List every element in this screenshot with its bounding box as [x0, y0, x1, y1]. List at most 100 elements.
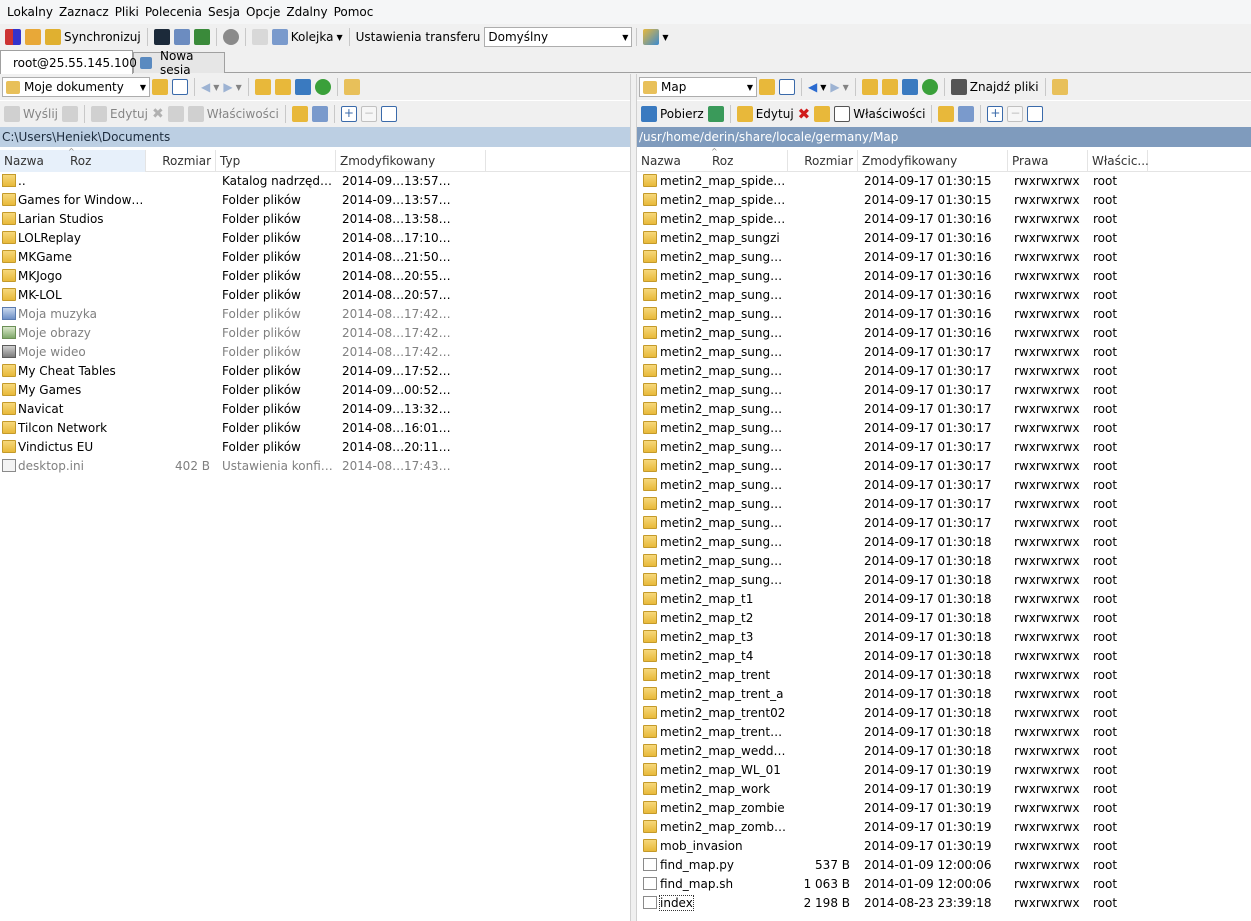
local-tree-button[interactable] [342, 76, 362, 98]
local-filter-button[interactable] [170, 76, 190, 98]
local-select-button[interactable]: + [339, 103, 359, 125]
menu-item-lokalny[interactable]: Lokalny [4, 5, 56, 19]
table-row[interactable]: MKJogo Folder plików 2014-08-0420:55:18 [0, 267, 630, 286]
table-row[interactable]: metin2_map_t1 2014-09-17 01:30:18 rwxrwxrw… [637, 590, 1251, 609]
remote-filter-button[interactable] [777, 76, 797, 98]
local-new-folder-button[interactable] [290, 103, 310, 125]
putty-button[interactable] [172, 26, 192, 48]
local-edit-button[interactable]: Edytuj [89, 103, 150, 125]
remote-new-folder-button[interactable] [936, 103, 956, 125]
local-properties-button[interactable]: Właściwości [186, 103, 281, 125]
table-row[interactable]: metin2_map_spiderd... 2014-09-17 01:30:15… [637, 191, 1251, 210]
terminal-button[interactable] [152, 26, 172, 48]
remote-home-button[interactable] [900, 76, 920, 98]
remote-download-button[interactable]: Pobierz [639, 103, 706, 125]
table-row[interactable]: metin2_map_sungzi_s... 2014-09-17 01:30:1… [637, 514, 1251, 533]
table-row[interactable]: Navicat Folder plików 2014-09-1113:32:36 [0, 400, 630, 419]
table-row[interactable]: Larian Studios Folder plików 2014-08-20 13:… [0, 210, 630, 229]
table-row[interactable]: .. Katalog nadrzędny 2014-09-1513:57:03 [0, 172, 630, 191]
table-row[interactable]: metin2_map_t4 2014-09-17 01:30:18 rwxrwxrw… [637, 647, 1251, 666]
table-row[interactable]: metin2_map_spiderd... 2014-09-17 01:30:15… [637, 172, 1251, 191]
preferences-button[interactable] [221, 26, 241, 48]
table-row[interactable]: Games for Windows -... Folder plików 2014-… [0, 191, 630, 210]
remote-unselect-button[interactable]: − [1005, 103, 1025, 125]
table-row[interactable]: metin2_map_sungzi_... 2014-09-17 01:30:16… [637, 305, 1251, 324]
table-row[interactable]: MK-LOL Folder plików 2014-08-0420:57:56 [0, 286, 630, 305]
local-path-bar[interactable]: C:\Users\Heniek\Documents [0, 127, 630, 147]
table-row[interactable]: Vindictus EU Folder plików 2014-08-14 20:11… [0, 438, 630, 457]
table-row[interactable]: metin2_map_sungzi_f... 2014-09-17 01:30:1… [637, 381, 1251, 400]
remote-properties-button[interactable]: Właściwości [832, 103, 927, 125]
compare-button[interactable] [23, 26, 43, 48]
table-row[interactable]: LOLReplay Folder plików 2014-08-2517:10:32 [0, 229, 630, 248]
local-col-name[interactable]: Nazwa ^ Roz [0, 147, 146, 172]
remote-col-name[interactable]: Nazwa ^ Roz [637, 147, 788, 172]
local-upload-options-button[interactable] [60, 103, 80, 125]
table-row[interactable]: metin2_map_spiderd... 2014-09-17 01:30:16… [637, 210, 1251, 229]
local-parent-dir-button[interactable] [253, 76, 273, 98]
table-row[interactable]: metin2_map_trent_a 2014-09-17 01:30:18 rwx… [637, 685, 1251, 704]
remote-new-link-button[interactable] [956, 103, 976, 125]
table-row[interactable]: find_map.py 537 B 2014-01-09 12:00:06 rwxrw… [637, 856, 1251, 875]
table-row[interactable]: metin2_map_sungzi_... 2014-09-17 01:30:16… [637, 267, 1251, 286]
remote-col-modified[interactable]: Zmodyfikowany [858, 150, 1008, 172]
table-row[interactable]: find_map.sh 1 063 B 2014-01-09 12:00:06 rwx… [637, 875, 1251, 894]
local-new-link-button[interactable] [310, 103, 330, 125]
table-row[interactable]: metin2_map_sungzi_... 2014-09-17 01:30:16… [637, 248, 1251, 267]
local-rename-button[interactable] [166, 103, 186, 125]
local-refresh-button[interactable] [313, 76, 333, 98]
remote-back-button[interactable]: ◀ ▼ [806, 76, 828, 98]
remote-filter-select-button[interactable] [1025, 103, 1045, 125]
table-row[interactable]: Tilcon Network Folder plików 2014-08-17 16:… [0, 419, 630, 438]
table-row[interactable]: metin2_map_trent02_a 2014-09-17 01:30:18 r… [637, 723, 1251, 742]
remote-col-size[interactable]: Rozmiar [788, 150, 858, 172]
table-row[interactable]: metin2_map_t2 2014-09-17 01:30:18 rwxrwxrw… [637, 609, 1251, 628]
remote-open-dir-button[interactable] [757, 76, 777, 98]
menu-item-sesja[interactable]: Sesja [205, 5, 243, 19]
table-row[interactable]: My Games Folder plików 2014-09-1500:52:54 [0, 381, 630, 400]
table-row[interactable]: metin2_map_sungzi_s... 2014-09-17 01:30:1… [637, 552, 1251, 571]
table-row[interactable]: metin2_map_WL_01 2014-09-17 01:30:19 rwxrw… [637, 761, 1251, 780]
pane-splitter[interactable] [630, 74, 637, 921]
table-row[interactable]: index 2 198 B 2014-08-23 23:39:18 rwxrwxrwx… [637, 894, 1251, 913]
remote-find-files-button[interactable]: Znajdź pliki [949, 76, 1041, 98]
remote-tree-button[interactable] [1050, 76, 1070, 98]
menu-item-polecenia[interactable]: Polecenia [142, 5, 205, 19]
table-row[interactable]: Moje wideo Folder plików 2014-08-03 17:42:1… [0, 343, 630, 362]
menu-item-zdalny[interactable]: Zdalny [283, 5, 330, 19]
local-location-select[interactable]: Moje dokumenty ▼ [2, 77, 150, 97]
remote-parent-dir-button[interactable] [860, 76, 880, 98]
menu-item-pliki[interactable]: Pliki [112, 5, 142, 19]
local-home-button[interactable] [293, 76, 313, 98]
table-row[interactable]: metin2_map_t3 2014-09-17 01:30:18 rwxrwxrw… [637, 628, 1251, 647]
remote-root-dir-button[interactable] [880, 76, 900, 98]
local-filter-select-button[interactable] [379, 103, 399, 125]
table-row[interactable]: MKGame Folder plików 2014-08-0621:50:43 [0, 248, 630, 267]
remote-rename-button[interactable] [812, 103, 832, 125]
table-row[interactable]: mob_invasion 2014-09-17 01:30:19 rwxrwxrwx… [637, 837, 1251, 856]
refresh-session-button[interactable] [192, 26, 212, 48]
table-row[interactable]: Moje obrazy Folder plików 2014-08-03 17:42:… [0, 324, 630, 343]
tab-session[interactable]: root@25.55.145.100 [0, 50, 137, 74]
table-row[interactable]: metin2_map_sungzi_f... 2014-09-17 01:30:1… [637, 343, 1251, 362]
remote-select-button[interactable]: + [985, 103, 1005, 125]
local-open-dir-button[interactable] [150, 76, 170, 98]
table-row[interactable]: metin2_map_weddin... 2014-09-17 01:30:18 r… [637, 742, 1251, 761]
transfer-presets-button[interactable]: ▼ [641, 26, 670, 48]
remote-location-select[interactable]: Map ▼ [639, 77, 757, 97]
menu-item-pomoc[interactable]: Pomoc [331, 5, 377, 19]
remote-refresh-button[interactable] [920, 76, 940, 98]
table-row[interactable]: metin2_map_sungzi_... 2014-09-17 01:30:17… [637, 438, 1251, 457]
remote-col-rights[interactable]: Prawa [1008, 150, 1088, 172]
table-row[interactable]: metin2_map_sungzi_f... 2014-09-17 01:30:1… [637, 324, 1251, 343]
local-forward-button[interactable]: ▶ ▼ [221, 76, 243, 98]
table-row[interactable]: metin2_map_trent02 2014-09-17 01:30:18 rwx… [637, 704, 1251, 723]
remote-delete-button[interactable]: ✖ [796, 103, 813, 125]
table-row[interactable]: metin2_map_sungzi_s... 2014-09-17 01:30:1… [637, 533, 1251, 552]
local-remote-button[interactable] [3, 26, 23, 48]
table-row[interactable]: metin2_map_sungzi 2014-09-17 01:30:16 rwxr… [637, 229, 1251, 248]
table-row[interactable]: metin2_map_sungzi_s... 2014-09-17 01:30:1… [637, 571, 1251, 590]
local-col-type[interactable]: Typ [216, 150, 336, 172]
local-upload-button[interactable]: Wyślij [2, 103, 60, 125]
remote-path-bar[interactable]: /usr/home/derin/share/locale/germany/Map [637, 127, 1251, 147]
